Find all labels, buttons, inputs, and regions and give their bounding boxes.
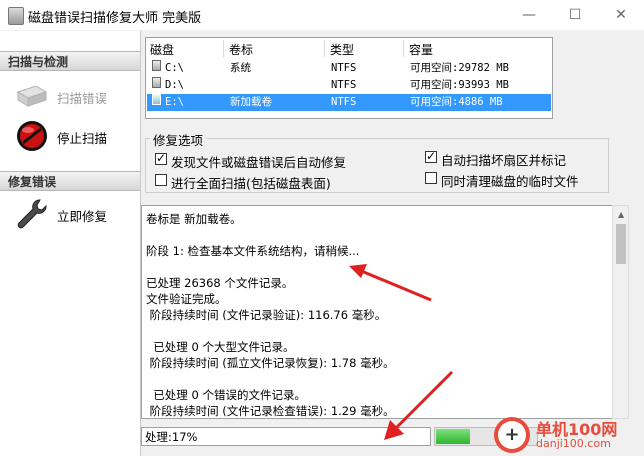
checkbox-box[interactable] <box>425 149 437 163</box>
sidebar: 扫描与检测 扫描错误 停止扫描 修复错误 立即修复 <box>0 31 141 456</box>
close-button[interactable]: ✕ <box>598 0 644 30</box>
drive-letter: D:\ <box>165 79 184 91</box>
checkbox-box[interactable] <box>155 151 167 165</box>
app-icon <box>8 7 24 25</box>
drive-list[interactable]: 磁盘 卷标 类型 容量 C:\ 系统 NTFS 可用空间:29782 MB D:… <box>145 37 553 119</box>
log-line: 已处理 26368 个文件记录。 <box>146 276 294 290</box>
log-scrollbar[interactable]: ▲ <box>612 205 629 419</box>
wrench-icon <box>17 199 47 229</box>
drive-icon <box>152 60 161 71</box>
drive-letter: E:\ <box>165 96 184 108</box>
title-bar: 磁盘错误扫描修复大师 完美版 — ☐ ✕ <box>0 0 644 30</box>
scan-log[interactable]: 卷标是 新加载卷。 阶段 1: 检查基本文件系统结构，请稍候... 已处理 26… <box>141 205 613 419</box>
annotation-arrow-icon <box>349 264 432 302</box>
log-line: 阶段持续时间 (文件记录检查错误): 1.29 毫秒。 <box>146 404 395 418</box>
drive-row-e[interactable]: E:\ 新加载卷 NTFS 可用空间:4886 MB <box>147 94 551 111</box>
column-separator <box>403 40 404 57</box>
auto-repair-label: 发现文件或磁盘错误后自动修复 <box>171 155 347 170</box>
scroll-up-arrow-icon[interactable]: ▲ <box>618 210 624 219</box>
drive-label: 系统 <box>230 62 251 74</box>
drive-capacity: 可用空间:29782 MB <box>410 62 509 74</box>
checkbox-box[interactable] <box>155 174 167 186</box>
drive-icon <box>152 94 161 105</box>
repair-now-button[interactable]: 立即修复 <box>14 194 134 234</box>
log-line: 已处理 0 个大型文件记录。 <box>146 340 295 354</box>
column-separator <box>324 40 325 57</box>
drive-type: NTFS <box>331 96 357 108</box>
column-separator <box>223 40 224 57</box>
stop-icon <box>17 121 47 151</box>
repair-now-label: 立即修复 <box>57 209 108 224</box>
col-header-capacity[interactable]: 容量 <box>409 41 433 58</box>
stop-scan-label: 停止扫描 <box>57 131 108 146</box>
scan-section-header: 扫描与检测 <box>0 51 140 71</box>
repair-options-title: 修复选项 <box>150 130 207 149</box>
col-header-type[interactable]: 类型 <box>330 41 354 58</box>
window-title: 磁盘错误扫描修复大师 完美版 <box>28 11 202 26</box>
minimize-button[interactable]: — <box>506 0 552 30</box>
drive-row-d[interactable]: D:\ NTFS 可用空间:93993 MB <box>147 77 551 94</box>
drive-capacity: 可用空间:4886 MB <box>410 96 503 108</box>
watermark-url: danji100.com <box>536 437 611 450</box>
drive-icon <box>152 77 161 88</box>
drive-type: NTFS <box>331 79 357 91</box>
scroll-thumb[interactable] <box>616 224 626 264</box>
watermark-logo: + 单机100网 danji100.com <box>490 415 640 456</box>
drive-letter: C:\ <box>165 62 184 74</box>
scan-errors-label: 扫描错误 <box>57 91 108 106</box>
disk-scan-icon <box>16 85 48 107</box>
log-line: 阶段持续时间 (孤立文件记录恢复): 1.78 毫秒。 <box>146 356 395 370</box>
drive-type: NTFS <box>331 62 357 74</box>
log-line: 阶段持续时间 (文件记录验证): 116.76 毫秒。 <box>146 308 387 322</box>
log-line: 文件验证完成。 <box>146 292 227 306</box>
drive-capacity: 可用空间:93993 MB <box>410 79 509 91</box>
maximize-button[interactable]: ☐ <box>552 0 598 30</box>
log-line: 已处理 0 个错误的文件记录。 <box>146 388 306 402</box>
mark-bad-sectors-label: 自动扫描坏扇区并标记 <box>441 153 567 168</box>
annotation-arrow-icon <box>384 370 454 440</box>
checkbox-box[interactable] <box>425 172 437 184</box>
drive-label: 新加载卷 <box>230 96 272 108</box>
clean-temp-label: 同时清理磁盘的临时文件 <box>441 174 579 189</box>
watermark-plus-icon: + <box>498 421 526 449</box>
log-line: 阶段 1: 检查基本文件系统结构，请稍候... <box>146 244 360 258</box>
repair-section-header: 修复错误 <box>0 171 140 191</box>
drive-row-c[interactable]: C:\ 系统 NTFS 可用空间:29782 MB <box>147 60 551 77</box>
log-line: 卷标是 新加载卷。 <box>146 212 242 226</box>
col-header-disk[interactable]: 磁盘 <box>150 41 174 58</box>
stop-scan-button[interactable]: 停止扫描 <box>14 116 134 156</box>
scan-errors-button[interactable]: 扫描错误 <box>14 76 134 116</box>
full-scan-label: 进行全面扫描(包括磁盘表面) <box>171 176 331 191</box>
col-header-label[interactable]: 卷标 <box>229 41 253 58</box>
